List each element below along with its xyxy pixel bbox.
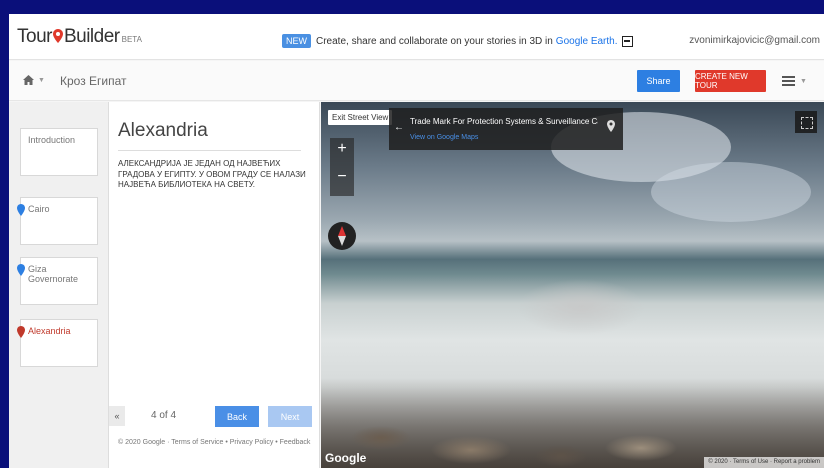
cloud-decoration [651,162,811,222]
next-button[interactable]: Next [268,406,312,427]
collapse-panel-button[interactable]: « [109,406,125,426]
detail-panel: Alexandria АЛЕКСАНДРИЈА ЈЕ ЈЕДАН ОД НАЈВ… [109,102,320,468]
card-introduction[interactable]: Introduction [20,128,98,176]
card-label: Cairo [28,204,50,214]
card-giza-governorate[interactable]: Giza Governorate [17,257,98,305]
page-count: 4 of 4 [151,410,177,421]
promo-text: Create, share and collaborate on your st… [316,35,553,47]
logo-beta: BETA [121,35,142,44]
place-description: АЛЕКСАНДРИЈА ЈЕ ЈЕДАН ОД НАЈВЕЋИХ ГРАДОВ… [118,159,306,189]
back-arrow-icon[interactable]: ← [394,122,404,133]
zoom-in-icon[interactable]: + [330,140,354,158]
tour-builder-logo[interactable]: Tour Builder BETA [17,26,142,48]
zoom-control: + − [330,138,354,196]
rocks-foreground [321,378,824,468]
account-email[interactable]: zvonimirkajovicic@gmail.com [689,35,820,46]
promo-banner: NEW Create, share and collaborate on you… [282,34,633,48]
tour-toolbar: ▼ Кроз Египат Share CREATE NEW TOUR ▼ [9,61,824,101]
tour-title[interactable]: Кроз Египат [60,74,127,88]
place-title: Alexandria [118,120,208,141]
map-pin-icon [17,204,25,216]
logo-builder: Builder [63,26,120,47]
home-icon [23,75,35,85]
footer-links[interactable]: © 2020 Google · Terms of Service • Priva… [118,439,310,446]
google-logo: Google [325,451,367,465]
share-button[interactable]: Share [637,70,680,92]
top-header: Tour Builder BETA NEW Create, share and co… [9,14,824,60]
open-external-icon[interactable] [621,35,633,47]
compass-icon[interactable] [328,222,356,250]
map-pin-icon [17,326,25,338]
card-label: Introduction [28,135,76,145]
card-label: Alexandria [28,326,71,336]
location-cards: Introduction Cairo Giza Governorate Alex… [9,102,109,468]
fullscreen-icon[interactable] [795,111,817,133]
new-badge: NEW [282,34,311,48]
card-alexandria[interactable]: Alexandria [17,319,98,367]
street-view-terms[interactable]: © 2020 · Terms of Use · Report a problem [704,457,824,468]
divider [118,150,301,151]
map-pin-icon [17,264,25,276]
location-info-box: ← Trade Mark For Protection Systems & Su… [389,108,623,150]
exit-street-view-button[interactable]: Exit Street View [328,110,393,125]
location-title: Trade Mark For Protection Systems & Surv… [410,117,598,126]
logo-tour: Tour [17,26,52,47]
back-button[interactable]: Back [215,406,259,427]
view-on-google-maps-link[interactable]: View on Google Maps [410,134,478,141]
home-menu-button[interactable]: ▼ [17,70,51,90]
create-new-tour-button[interactable]: CREATE NEW TOUR [695,70,766,92]
google-earth-link[interactable]: Google Earth. [556,36,618,47]
app-frame: Tour Builder BETA NEW Create, share and co… [9,14,824,468]
logo-pin-icon [52,29,63,43]
card-label: Giza Governorate [28,264,79,284]
zoom-out-icon[interactable]: − [330,168,354,186]
card-cairo[interactable]: Cairo [17,197,98,245]
pagination-row: « 4 of 4 Back Next [109,400,320,430]
menu-icon [782,76,795,86]
street-view-panorama[interactable]: Exit Street View ← Trade Mark For Protec… [321,102,824,468]
map-pin-icon [607,120,615,132]
main-menu-button[interactable]: ▼ [782,73,818,89]
chevron-down-icon: ▼ [800,77,807,85]
chevron-down-icon: ▼ [38,76,45,84]
